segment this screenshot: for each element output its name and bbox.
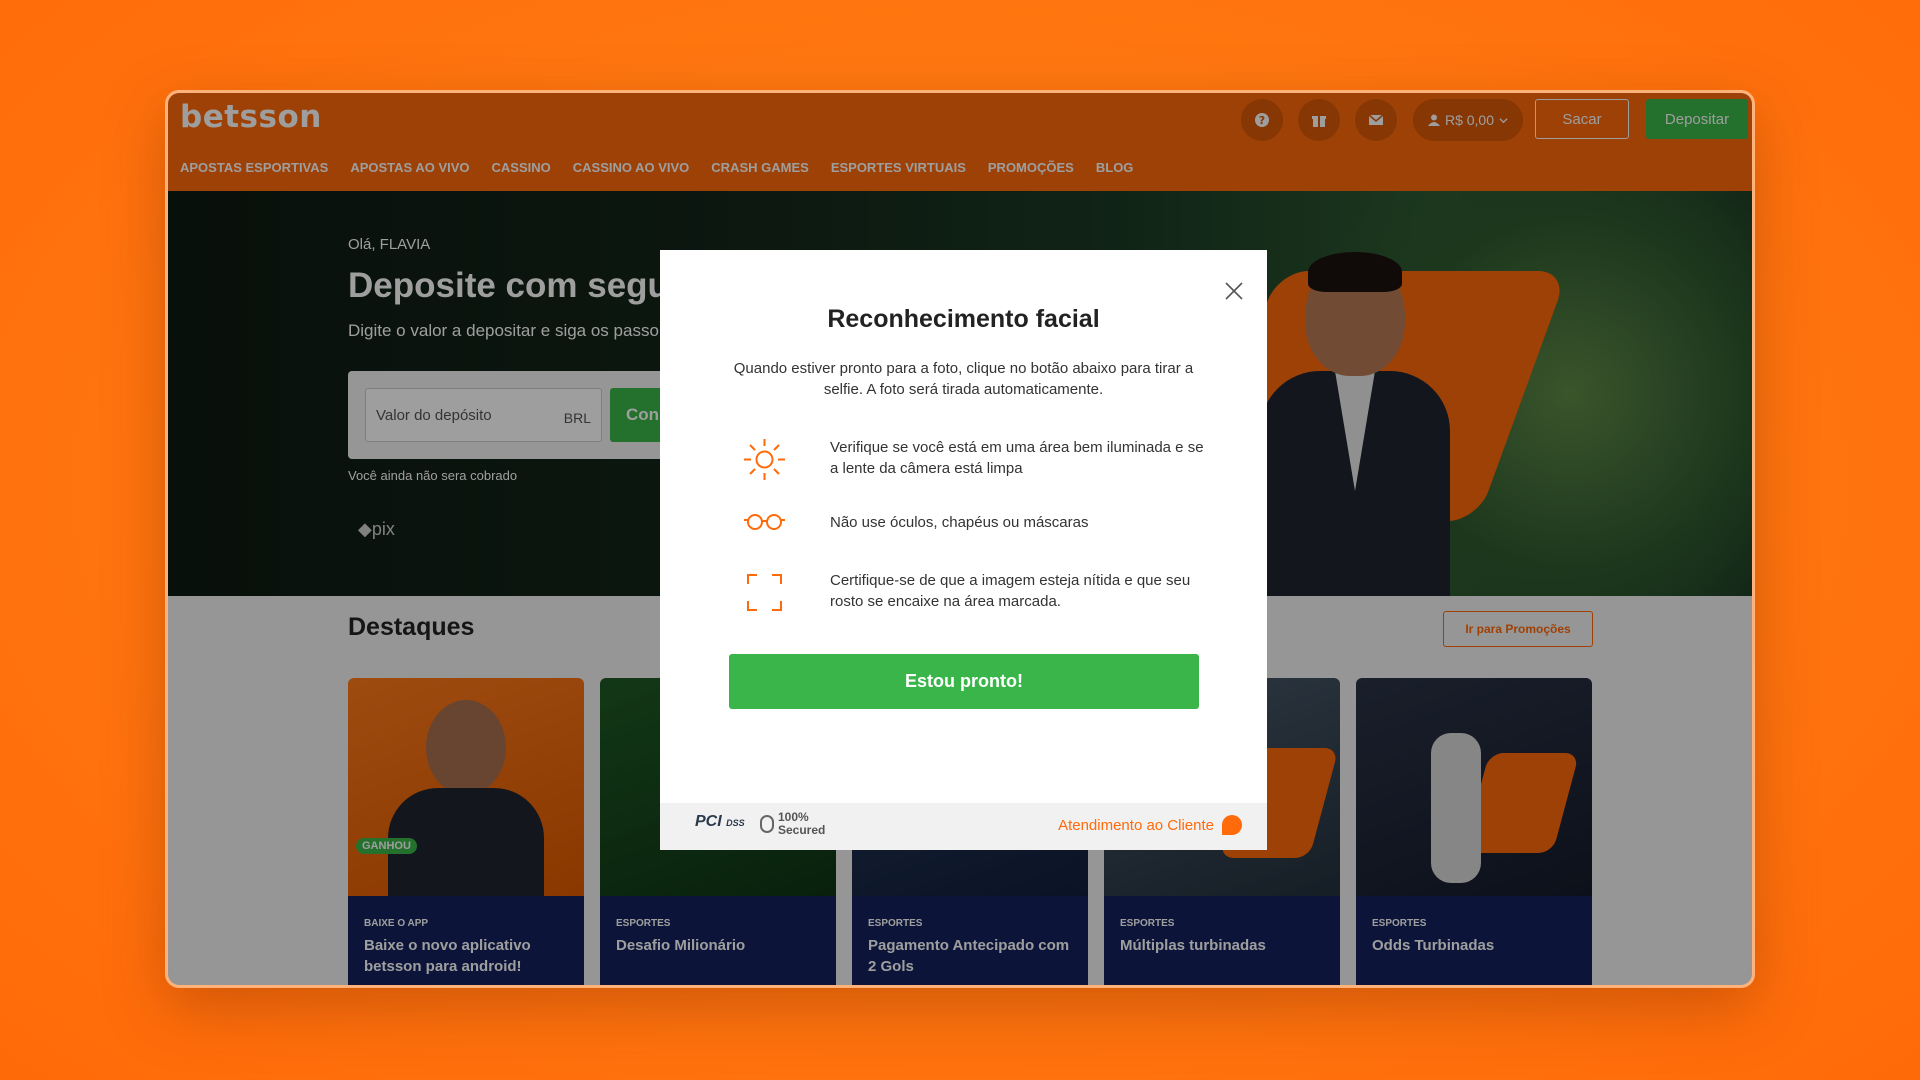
modal-description: Quando estiver pronto para a foto, cliqu… (733, 360, 1194, 398)
modal-footer: PCI DSS 100% Secured Atendimento ao Clie… (660, 803, 1267, 850)
lock-icon (760, 815, 774, 833)
support-label: Atendimento ao Cliente (1058, 816, 1214, 834)
tip-text: Não use óculos, chapéus ou máscaras (830, 514, 1089, 531)
facial-recognition-modal: Reconhecimento facial Quando estiver pro… (660, 250, 1267, 850)
chat-bubble-icon (1222, 815, 1242, 835)
browser-window: betsson ? R$ 0,00 Sacar Depositar APOSTA… (165, 90, 1755, 988)
glasses-icon (744, 514, 785, 530)
customer-support-link[interactable]: Atendimento ao Cliente (1058, 815, 1242, 835)
tip-text: Certifique-se de que a imagem esteja nít… (830, 572, 1191, 610)
modal-title: Reconhecimento facial (827, 305, 1100, 333)
ready-button[interactable]: Estou pronto! (729, 654, 1199, 709)
focus-frame-icon (747, 574, 782, 611)
sun-icon (744, 439, 785, 480)
close-icon[interactable] (1223, 280, 1245, 302)
secured-badge: 100% Secured (760, 811, 825, 837)
pci-dss-logo: PCI DSS (695, 813, 745, 830)
tip-text: Verifique se você está em uma área bem i… (830, 439, 1204, 477)
